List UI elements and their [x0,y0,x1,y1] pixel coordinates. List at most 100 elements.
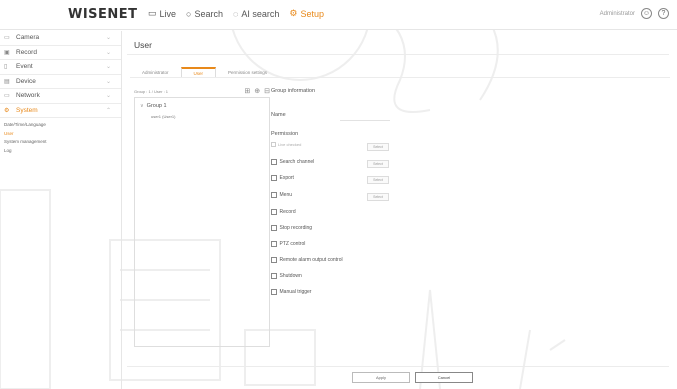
chevron-up-icon: ⌃ [105,107,111,114]
record-icon: ▣ [4,49,10,56]
apply-button[interactable]: Apply [352,372,410,383]
sidebar-item-label: Event [16,63,33,71]
perm-label: Export [279,175,294,181]
user-label[interactable]: Administrator [600,11,635,17]
cancel-button[interactable]: Cancel [415,372,473,383]
title-divider [127,54,669,55]
checkbox-icon[interactable] [271,159,277,165]
add-user-icon[interactable]: ⊕ [254,87,260,95]
perm-label: Remote alarm output control [279,257,343,263]
chevron-down-icon: ⌄ [105,35,111,42]
live-checked-label: Live checked [278,142,302,147]
search-channel-select-button[interactable]: Select [367,160,389,168]
checkbox-icon[interactable] [271,289,277,295]
top-right-controls: Administrator ☺ ? [600,8,669,19]
sidebar-subitem-system-management[interactable]: System management [0,138,121,147]
checkbox-icon[interactable] [271,209,277,215]
sidebar-item-label: Network [16,92,40,100]
tree-user-label: user1 (User1) [151,113,176,119]
nav-search[interactable]: ○ Search [186,8,223,19]
perm-remote-alarm[interactable]: Remote alarm output control [271,257,343,263]
nav-live[interactable]: ▭ Live [148,8,176,19]
checkbox-icon[interactable] [271,241,277,247]
perm-search-channel[interactable]: Search channel [271,159,314,165]
sidebar-item-label: Camera [16,34,40,42]
tree-group[interactable]: ∨ Group 1 [135,101,269,111]
camera-icon: ▭ [4,35,10,42]
perm-export[interactable]: Export [271,175,294,181]
chevron-down-icon: ⌄ [105,64,111,71]
nav-live-label: Live [159,8,177,19]
sidebar-item-event[interactable]: ▯ Event ⌄ [0,60,121,75]
tree-group-label: Group 1 [146,103,167,109]
export-select-button[interactable]: Select [367,176,389,184]
tree-count: Group : 1 / User : 1 [134,88,169,94]
sidebar-item-record[interactable]: ▣ Record ⌄ [0,46,121,60]
sidebar-subitem-datetime[interactable]: Date/Time/Language [0,121,121,130]
wisenet-logo: WISENET [68,7,138,22]
sidebar-item-label: System [16,106,38,114]
search-icon: ○ [186,8,192,19]
chevron-down-icon: ⌄ [105,49,111,56]
perm-manual-trigger[interactable]: Manual trigger [271,289,311,295]
sidebar-item-system[interactable]: ⚙ System ⌃ [0,104,121,118]
checkbox-icon [271,142,276,147]
sidebar-item-label: Record [16,48,37,56]
tree-tools: ⊞ ⊕ ⊟ [244,87,270,95]
top-bar: WISENET ▭ Live ○ Search ◌ AI search ⚙ Se… [0,0,677,30]
sidebar-item-device[interactable]: ▤ Device ⌄ [0,75,121,89]
checkbox-icon[interactable] [271,225,277,231]
tree-toolbar: Group : 1 / User : 1 ⊞ ⊕ ⊟ [134,86,270,96]
permission-label: Permission [271,131,299,137]
setup-icon: ⚙ [289,8,298,18]
delete-icon[interactable]: ⊟ [264,87,270,95]
chevron-down-icon: ⌄ [105,93,111,100]
perm-record[interactable]: Record [271,209,296,215]
ai-search-icon: ◌ [233,8,239,19]
add-group-icon[interactable]: ⊞ [244,87,250,95]
name-label: Name [271,112,286,118]
event-icon: ▯ [4,64,8,71]
device-icon: ▤ [4,78,10,85]
checkbox-icon[interactable] [271,175,277,181]
system-icon: ⚙ [4,107,10,114]
checkbox-icon[interactable] [271,273,277,279]
nav-search-label: Search [194,8,223,19]
user-tree: ∨ Group 1 user1 (User1) [134,97,270,347]
checkbox-icon[interactable] [271,257,277,263]
network-icon: ▭ [4,93,10,100]
help-icon[interactable]: ? [658,8,669,19]
checkbox-icon[interactable] [271,192,277,198]
tree-user[interactable]: user1 (User1) [135,111,269,121]
perm-menu[interactable]: Menu [271,192,292,198]
nav-setup[interactable]: ⚙ Setup [289,8,324,19]
chevron-down-icon: ⌄ [105,78,111,85]
sidebar-subitem-log[interactable]: Log [0,147,121,156]
menu-select-button[interactable]: Select [367,193,389,201]
sidebar-item-camera[interactable]: ▭ Camera ⌄ [0,31,121,46]
group-information-title: Group information [271,88,316,94]
profile-icon[interactable]: ☺ [641,8,652,19]
name-field[interactable] [340,120,390,121]
footer-divider [127,366,669,367]
perm-label: PTZ control [279,241,306,247]
sidebar-subitem-user[interactable]: User [0,130,121,139]
perm-stop-recording[interactable]: Stop recording [271,225,312,231]
perm-label: Manual trigger [279,289,312,295]
sidebar: ▭ Camera ⌄ ▣ Record ⌄ ▯ Event ⌄ ▤ Device… [0,31,122,389]
perm-label: Shutdown [279,273,302,279]
monitor-icon: ▭ [148,8,157,18]
perm-ptz-control[interactable]: PTZ control [271,241,305,247]
perm-shutdown[interactable]: Shutdown [271,273,302,279]
page-title: User [134,40,152,50]
sidebar-item-network[interactable]: ▭ Network ⌄ [0,89,121,104]
live-checked-option: Live checked [271,142,301,147]
live-select-button[interactable]: Select [367,143,389,151]
chevron-down-icon[interactable]: ∨ [140,103,144,109]
perm-label: Record [279,209,296,215]
perm-label: Search channel [279,159,315,165]
perm-label: Menu [279,192,293,198]
nav-ai-search-label: AI search [241,8,280,19]
nav-ai-search[interactable]: ◌ AI search [233,8,279,19]
nav-setup-label: Setup [300,8,324,19]
